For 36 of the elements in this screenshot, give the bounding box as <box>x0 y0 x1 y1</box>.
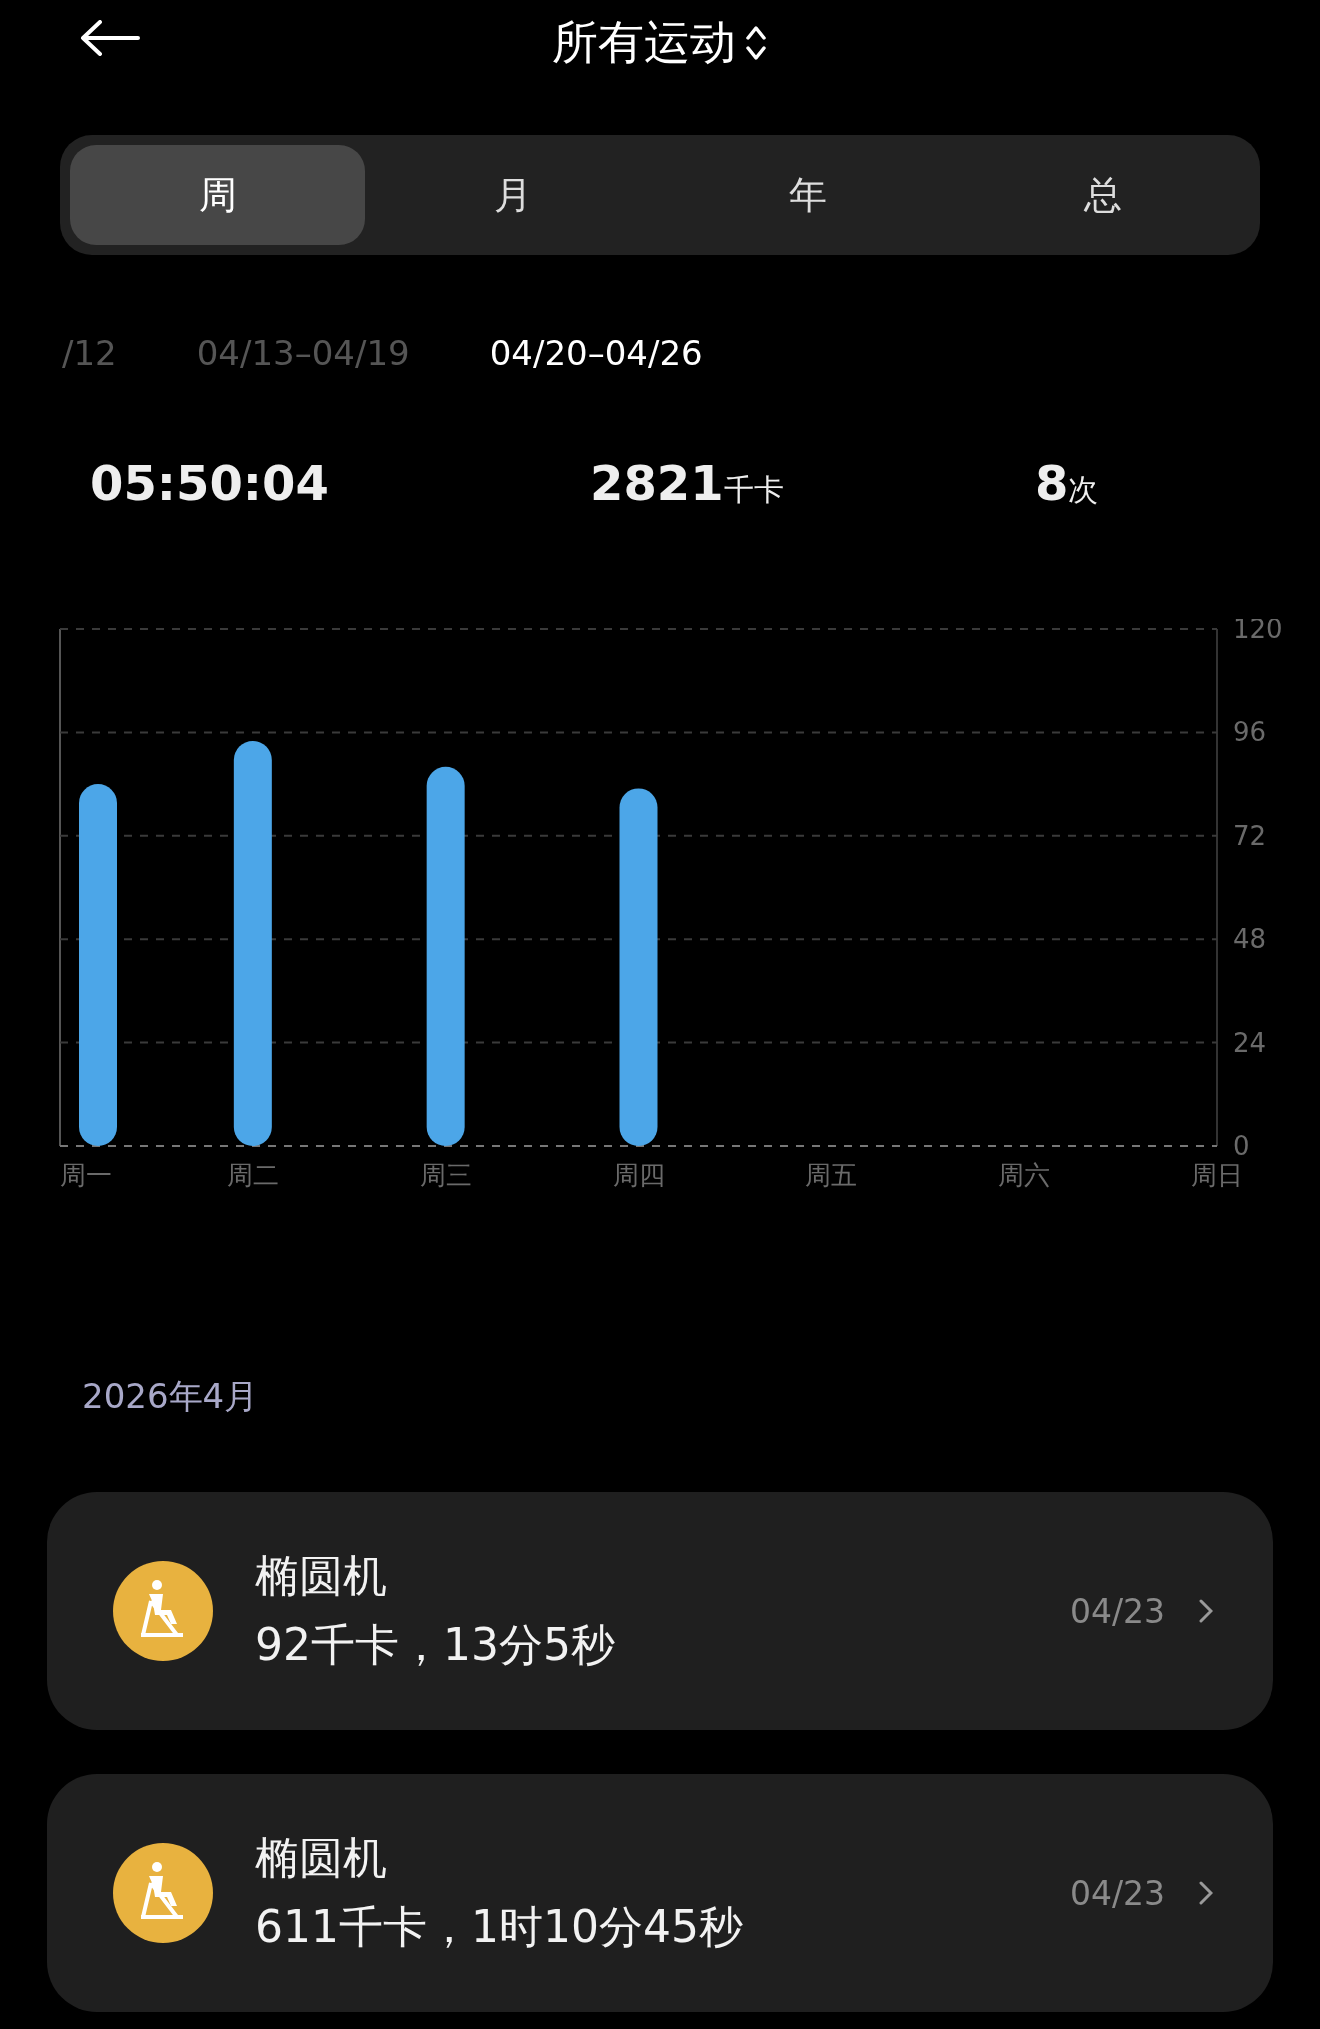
y-axis-label: 120 <box>1233 619 1283 644</box>
date-range[interactable]: 04/20–04/26 <box>489 333 703 373</box>
elliptical-icon <box>113 1561 213 1661</box>
workout-date: 04/23 <box>1069 1591 1165 1631</box>
y-axis-label: 48 <box>1233 924 1267 955</box>
section-title: 2026年4月 <box>82 1375 260 1418</box>
workout-name: 椭圆机 <box>255 1831 388 1885</box>
chevron-right-icon <box>1199 1881 1213 1905</box>
workout-detail: 611千卡，1时10分45秒 <box>255 1900 744 1954</box>
workout-date: 04/23 <box>1069 1873 1165 1913</box>
y-axis-label: 72 <box>1233 820 1267 851</box>
x-axis-label: 周四 <box>612 1160 665 1190</box>
x-axis-label: 周三 <box>419 1160 472 1190</box>
period-tab[interactable]: 周 <box>70 145 365 245</box>
x-axis-label: 周一 <box>60 1160 112 1190</box>
workout-card[interactable]: 椭圆机 611千卡，1时10分45秒 04/23 <box>47 1774 1273 2012</box>
period-tab[interactable]: 年 <box>660 145 955 245</box>
workout-name: 椭圆机 <box>255 1549 388 1603</box>
period-tab[interactable]: 月 <box>365 145 660 245</box>
stat-value: 2821千卡 <box>590 455 785 511</box>
x-axis-label: 周二 <box>226 1160 279 1190</box>
y-axis-label: 96 <box>1233 717 1267 748</box>
workout-card[interactable]: 椭圆机 92千卡，13分5秒 04/23 <box>47 1492 1273 1730</box>
x-axis-label: 周五 <box>805 1160 858 1190</box>
stat-value: 8次 <box>1035 455 1099 511</box>
page-title[interactable]: 所有运动 <box>552 11 736 74</box>
y-axis-label: 24 <box>1233 1027 1267 1058</box>
back-icon[interactable] <box>80 20 140 56</box>
workout-detail: 92千卡，13分5秒 <box>255 1618 616 1672</box>
y-axis-label: 0 <box>1233 1131 1250 1161</box>
elliptical-icon <box>113 1843 213 1943</box>
x-axis-label: 周日 <box>1191 1160 1243 1190</box>
chevron-right-icon <box>1199 1599 1213 1623</box>
stat-value: 05:50:04 <box>90 455 330 511</box>
x-axis-label: 周六 <box>998 1160 1051 1190</box>
period-tab[interactable]: 总 <box>955 145 1250 245</box>
